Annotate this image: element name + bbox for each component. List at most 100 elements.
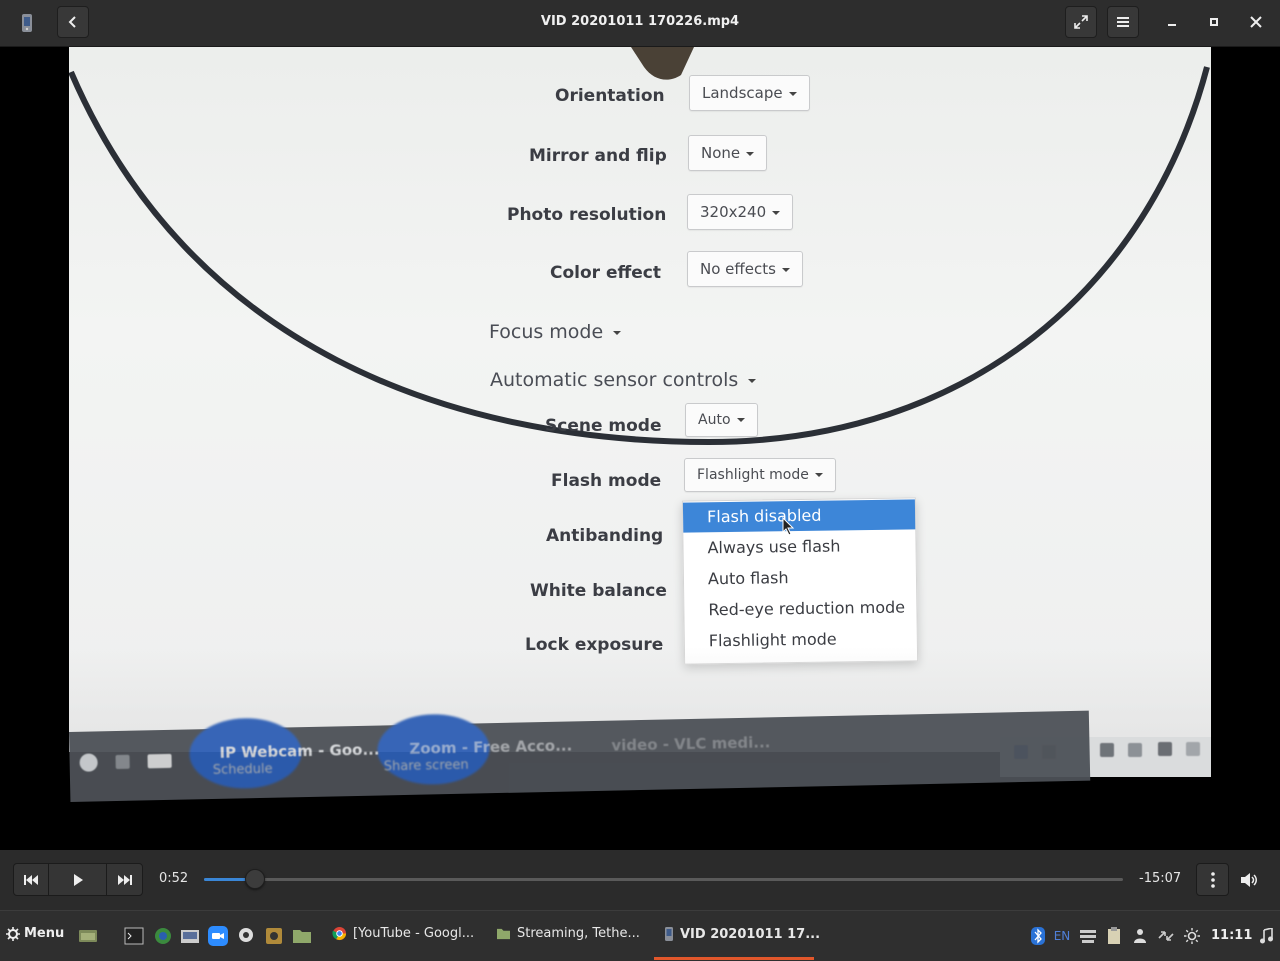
clock: 11:11 xyxy=(1211,928,1253,943)
close-icon xyxy=(1250,16,1262,28)
volume-button[interactable] xyxy=(1236,863,1262,896)
task-label: [YouTube - Googl... xyxy=(353,926,475,941)
launcher-zoom[interactable] xyxy=(208,926,228,946)
filmed-task-label: video - VLC medi... xyxy=(611,733,771,755)
flash-mode-dropdown[interactable]: Flash disabled Always use flash Auto fla… xyxy=(681,497,919,665)
photo-resolution-select[interactable]: 320x240 xyxy=(687,194,794,230)
orientation-label: Orientation xyxy=(555,86,665,106)
filmed-task-label: Zoom - Free Acco... xyxy=(409,736,573,758)
launcher-files[interactable] xyxy=(292,926,312,946)
task-label: Streaming, Tethe... xyxy=(517,926,640,941)
flash-option-always[interactable]: Always use flash xyxy=(683,530,915,563)
video-player-icon xyxy=(22,14,32,32)
folder-icon xyxy=(497,928,510,940)
mirror-flip-select[interactable]: None xyxy=(688,135,768,171)
seek-bar[interactable] xyxy=(204,869,1123,889)
fullscreen-button[interactable] xyxy=(1065,6,1097,38)
previous-button[interactable] xyxy=(13,863,49,896)
sensor-controls-toggle[interactable]: Automatic sensor controls xyxy=(490,369,757,391)
launcher-browser[interactable] xyxy=(153,926,173,946)
more-vertical-icon xyxy=(1210,871,1215,888)
mouse-cursor-icon xyxy=(782,517,795,536)
skip-next-icon xyxy=(117,874,132,885)
minimize-button[interactable] xyxy=(1158,8,1186,36)
launcher-screenshot[interactable] xyxy=(180,926,200,946)
window-titlebar: VID 20201011 170226.mp4 xyxy=(0,0,1280,47)
orientation-select[interactable]: Landscape xyxy=(689,75,810,111)
skip-previous-icon xyxy=(24,874,38,885)
focus-mode-toggle[interactable]: Focus mode xyxy=(489,321,622,343)
network-tray[interactable] xyxy=(1078,926,1098,946)
user-icon xyxy=(1134,929,1146,943)
updates-tray[interactable] xyxy=(1156,926,1176,946)
folder-icon xyxy=(293,930,311,943)
music-tray[interactable] xyxy=(1256,926,1276,946)
current-time: 0:52 xyxy=(159,871,189,886)
close-button[interactable] xyxy=(1242,8,1270,36)
color-effect-label: Color effect xyxy=(550,263,661,283)
flash-option-red-eye[interactable]: Red-eye reduction mode xyxy=(684,592,916,625)
mirror-flip-value: None xyxy=(701,144,741,162)
task-youtube[interactable]: [YouTube - Googl... xyxy=(332,926,474,941)
caret-down-icon xyxy=(772,210,781,215)
caret-down-icon xyxy=(788,91,797,96)
flash-option-auto[interactable]: Auto flash xyxy=(684,561,916,594)
filmed-tray-icon xyxy=(1186,742,1200,756)
start-menu-button[interactable]: Menu xyxy=(6,926,64,941)
task-streaming-folder[interactable]: Streaming, Tethe... xyxy=(496,926,640,941)
flash-mode-value: Flashlight mode xyxy=(697,467,809,483)
system-taskbar: Menu [YouTube - Googl... Streaming, Teth… xyxy=(0,910,1280,961)
launcher-webcam[interactable] xyxy=(236,926,256,946)
filmed-task-label: IP Webcam - Goo... xyxy=(219,740,380,762)
scene-mode-label: Scene mode xyxy=(545,416,662,436)
scene-mode-select[interactable]: Auto xyxy=(685,403,758,437)
more-options-button[interactable] xyxy=(1196,863,1229,896)
play-icon xyxy=(73,873,83,886)
play-button[interactable] xyxy=(48,863,107,896)
user-tray[interactable] xyxy=(1130,926,1150,946)
back-button[interactable] xyxy=(57,6,89,38)
fullscreen-icon xyxy=(1074,15,1088,29)
task-video-player[interactable]: VID 20201011 17... xyxy=(664,926,820,942)
brightness-tray[interactable] xyxy=(1182,926,1202,946)
launcher-media[interactable] xyxy=(264,926,284,946)
next-button[interactable] xyxy=(106,863,143,896)
clipboard-tray[interactable] xyxy=(1104,926,1124,946)
gear-icon xyxy=(6,926,20,941)
sensor-controls-label: Automatic sensor controls xyxy=(490,369,739,391)
back-arrow-icon xyxy=(68,16,76,28)
filmed-tray-icon xyxy=(1100,743,1114,757)
photo-resolution-value: 320x240 xyxy=(700,203,767,221)
remaining-time: -15:07 xyxy=(1139,871,1182,886)
bluetooth-tray[interactable] xyxy=(1028,926,1048,946)
video-viewport[interactable]: Orientation Landscape Mirror and flip No… xyxy=(0,47,1280,850)
task-label: VID 20201011 17... xyxy=(680,926,821,942)
terminal-icon xyxy=(124,927,144,945)
flash-mode-select[interactable]: Flashlight mode xyxy=(684,458,836,492)
clipboard-icon xyxy=(1108,927,1120,944)
app-menu-button[interactable] xyxy=(1107,6,1139,38)
network-icon xyxy=(1080,930,1096,943)
maximize-icon xyxy=(1210,18,1218,26)
flash-option-disabled[interactable]: Flash disabled xyxy=(682,499,916,533)
mirror-flip-label: Mirror and flip xyxy=(529,146,667,166)
color-effect-select[interactable]: No effects xyxy=(687,251,803,287)
caret-down-icon xyxy=(736,418,745,422)
video-player-icon xyxy=(665,927,673,941)
antibanding-label: Antibanding xyxy=(546,526,664,546)
launcher-terminal[interactable] xyxy=(124,926,144,946)
white-balance-label: White balance xyxy=(530,581,667,601)
filmed-tray-icon xyxy=(1128,743,1142,757)
show-desktop-button[interactable] xyxy=(78,926,98,946)
caret-down-icon xyxy=(746,151,755,156)
seek-handle[interactable] xyxy=(244,869,265,889)
filmed-taskbar: IP Webcam - Goo... Schedule Zoom - Free … xyxy=(69,710,1091,802)
filmed-menu-icon xyxy=(79,753,98,772)
globe-icon xyxy=(155,928,171,944)
keyboard-layout[interactable]: EN xyxy=(1052,926,1072,946)
filmed-tray-icon xyxy=(1158,742,1172,756)
maximize-button[interactable] xyxy=(1200,8,1228,36)
chrome-icon xyxy=(332,926,347,941)
caret-down-icon xyxy=(781,267,790,272)
webcam-icon xyxy=(239,928,253,942)
